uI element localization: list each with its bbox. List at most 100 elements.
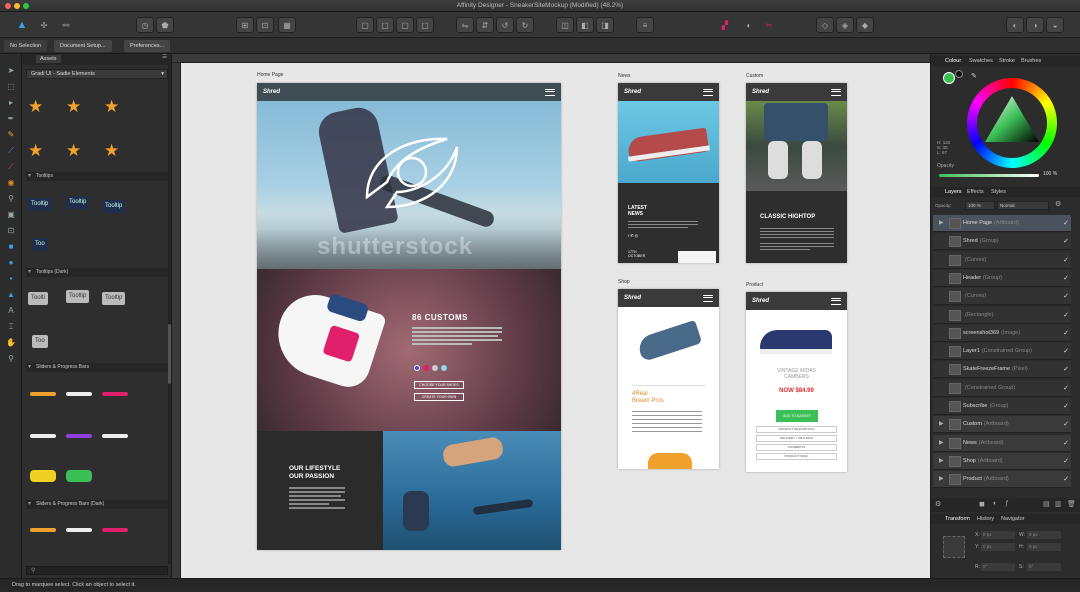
- expand-chevron-icon[interactable]: ▶: [939, 435, 944, 452]
- move-tool-icon[interactable]: ➤: [6, 66, 16, 76]
- delete-layer-icon[interactable]: 🗑: [1067, 500, 1076, 508]
- visibility-checkbox[interactable]: ✓: [1063, 325, 1069, 342]
- hamburger-menu-icon[interactable]: [831, 297, 841, 305]
- swatch-cyan[interactable]: [441, 365, 447, 371]
- expand-chevron-icon[interactable]: ▶: [939, 215, 944, 232]
- expand-chevron-icon[interactable]: ▶: [939, 453, 944, 470]
- tooltip-dark-asset[interactable]: Too: [32, 335, 48, 348]
- swatch-pink[interactable]: [423, 365, 429, 371]
- home-artboard-title[interactable]: Home Page: [257, 72, 283, 78]
- news-artboard-title[interactable]: News: [618, 73, 631, 79]
- visibility-checkbox[interactable]: ✓: [1063, 270, 1069, 287]
- horizontal-ruler[interactable]: [172, 54, 930, 63]
- progress-bar-asset[interactable]: [102, 434, 128, 438]
- export-persona-icon[interactable]: ⚯: [58, 17, 74, 33]
- insert-inside-icon[interactable]: ◇: [816, 17, 834, 33]
- rotation-input[interactable]: 0°: [981, 563, 1015, 571]
- align-icon[interactable]: ≡: [636, 17, 654, 33]
- shop-artboard-title[interactable]: Shop: [618, 279, 630, 285]
- order-forward-icon[interactable]: ▢: [396, 17, 414, 33]
- star-asset[interactable]: ★: [66, 142, 81, 159]
- visibility-checkbox[interactable]: ✓: [1063, 288, 1069, 305]
- text-tool-icon[interactable]: A: [6, 306, 16, 316]
- vertical-ruler[interactable]: [172, 63, 181, 578]
- layer-row[interactable]: ▶ Product (Artboard) ✓: [933, 471, 1071, 489]
- visibility-checkbox[interactable]: ✓: [1063, 361, 1069, 378]
- progress-bar-asset[interactable]: [30, 528, 56, 532]
- swatch-grey[interactable]: [432, 365, 438, 371]
- tooltips-dark-section-header[interactable]: Tooltips (Dark): [26, 268, 168, 277]
- history-tab[interactable]: History: [977, 514, 994, 524]
- rounded-rect-tool-icon[interactable]: ▪: [6, 274, 16, 284]
- brushes-tab[interactable]: Brushes: [1021, 56, 1041, 66]
- canvas[interactable]: Home Page shutterstock Shred 86 CUSTOMS: [181, 63, 930, 578]
- fill-tool-icon[interactable]: ⟋: [6, 162, 16, 172]
- home-page-artboard[interactable]: shutterstock Shred 86 CUSTOMS CHOOSE YOU…: [257, 83, 561, 550]
- gear-icon[interactable]: ⚙: [1055, 200, 1061, 208]
- layer-row[interactable]: Header (Group) ✓: [933, 269, 1071, 287]
- order-back-icon[interactable]: ▢: [356, 17, 374, 33]
- x-input[interactable]: 0 px: [981, 531, 1015, 539]
- layer-row[interactable]: screenshot369 (Image) ✓: [933, 324, 1071, 342]
- flip-h-icon[interactable]: ⇋: [456, 17, 474, 33]
- frame-text-icon[interactable]: ⌶: [6, 322, 16, 332]
- tooltip-asset[interactable]: Tooltip: [28, 198, 52, 211]
- star-asset[interactable]: ★: [66, 98, 81, 115]
- layer-options-icon[interactable]: ⚙: [935, 500, 941, 508]
- asset-search-input[interactable]: ⚲: [26, 566, 168, 575]
- delivery-returns-row[interactable]: DELIVERY + RETURNS: [756, 435, 837, 442]
- layer-opacity-field[interactable]: 100 %: [965, 201, 995, 210]
- shop-artboard[interactable]: Shred 4Real Bream Pros: [618, 289, 719, 469]
- grid-icon[interactable]: ▦: [278, 17, 296, 33]
- hamburger-menu-icon[interactable]: [545, 88, 555, 96]
- tooltip-dark-asset[interactable]: Tooltip: [102, 292, 126, 305]
- visibility-checkbox[interactable]: ✓: [1063, 343, 1069, 360]
- effects-tab[interactable]: Effects: [967, 187, 984, 197]
- node-tool-icon[interactable]: ⬚: [6, 82, 16, 92]
- progress-bar-asset[interactable]: [102, 392, 128, 396]
- create-own-button[interactable]: CREATE YOUR OWN: [414, 393, 464, 401]
- expand-chevron-icon[interactable]: ▶: [939, 416, 944, 433]
- snap-options-icon[interactable]: ⊡: [256, 17, 274, 33]
- rectangle-tool-icon[interactable]: ■: [6, 242, 16, 252]
- tooltip-asset[interactable]: Too: [32, 238, 48, 251]
- assets-tab[interactable]: Assets: [36, 55, 61, 63]
- asset-category-select[interactable]: Gradi UI - Sadie Elements ▾: [26, 69, 168, 79]
- preferences-button[interactable]: Preferences...: [124, 40, 171, 52]
- visibility-checkbox[interactable]: ✓: [1063, 380, 1069, 397]
- news-artboard[interactable]: Shred LATEST NEWS f ✆ ◎ 17TH OCTOBER: [618, 83, 719, 263]
- rotate-left-icon[interactable]: ↺: [496, 17, 514, 33]
- tooltip-asset[interactable]: Tooltip: [102, 200, 126, 213]
- progress-bar-asset[interactable]: [30, 392, 56, 396]
- visibility-checkbox[interactable]: ✓: [1063, 416, 1069, 433]
- scrollbar-thumb[interactable]: [168, 324, 171, 384]
- star-asset[interactable]: ★: [28, 142, 43, 159]
- opacity-value[interactable]: 100 %: [1043, 171, 1057, 177]
- hamburger-menu-icon[interactable]: [703, 88, 713, 96]
- colour-tab[interactable]: Colour: [945, 56, 961, 66]
- tooltip-asset[interactable]: Tooltip: [66, 196, 90, 209]
- star-asset[interactable]: ★: [104, 142, 119, 159]
- visibility-checkbox[interactable]: ✓: [1063, 307, 1069, 324]
- tooltip-dark-asset[interactable]: Tooltip: [66, 290, 90, 303]
- h-input[interactable]: 0 px: [1027, 543, 1061, 551]
- gradient-icon[interactable]: ▞: [716, 17, 734, 33]
- boolean-add-icon[interactable]: ◫: [556, 17, 574, 33]
- layer-row[interactable]: ▶ News (Artboard) ✓: [933, 434, 1071, 452]
- product-artboard[interactable]: Shred VINTAGE MIDAS CAMBERS NOW $84.99 A…: [746, 292, 847, 472]
- place-image-icon[interactable]: ▣: [6, 210, 16, 220]
- product-description-row[interactable]: PRODUCT DESCRIPTION: [756, 426, 837, 433]
- assets-scrollbar[interactable]: [168, 64, 171, 564]
- layer-row[interactable]: (Constrained Group) ✓: [933, 379, 1071, 397]
- custom-artboard-title[interactable]: Custom: [746, 73, 763, 79]
- pen-tool-icon[interactable]: ✒: [6, 114, 16, 124]
- colour-picker-icon[interactable]: ◉: [6, 178, 16, 188]
- colour-triangle[interactable]: [981, 92, 1043, 154]
- progress-bar-asset[interactable]: [102, 528, 128, 532]
- stroke-icon[interactable]: ✂: [760, 17, 778, 33]
- triangle-tool-icon[interactable]: ▲: [6, 290, 16, 300]
- w-input[interactable]: 0 px: [1027, 531, 1061, 539]
- slider-asset[interactable]: [66, 470, 92, 482]
- layer-row[interactable]: (Curves) ✓: [933, 288, 1071, 306]
- layer-row[interactable]: (Rectangle) ✓: [933, 306, 1071, 324]
